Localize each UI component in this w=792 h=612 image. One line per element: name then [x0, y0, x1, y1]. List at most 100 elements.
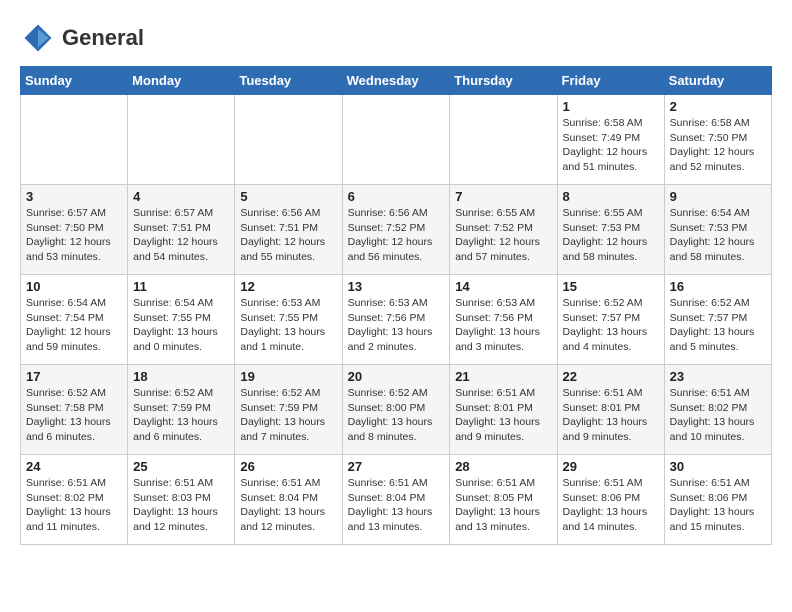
day-info: Sunrise: 6:51 AMSunset: 8:01 PMDaylight:…	[563, 386, 659, 445]
weekday-header: Saturday	[664, 67, 771, 95]
day-number: 14	[455, 279, 551, 294]
day-info: Sunrise: 6:53 AMSunset: 7:55 PMDaylight:…	[240, 296, 336, 355]
logo-icon	[20, 20, 56, 56]
day-info: Sunrise: 6:53 AMSunset: 7:56 PMDaylight:…	[348, 296, 445, 355]
day-info: Sunrise: 6:51 AMSunset: 8:05 PMDaylight:…	[455, 476, 551, 535]
day-info: Sunrise: 6:52 AMSunset: 7:59 PMDaylight:…	[133, 386, 229, 445]
day-number: 24	[26, 459, 122, 474]
calendar-cell	[450, 95, 557, 185]
calendar-week-row: 17 Sunrise: 6:52 AMSunset: 7:58 PMDayligh…	[21, 365, 772, 455]
day-info: Sunrise: 6:57 AMSunset: 7:50 PMDaylight:…	[26, 206, 122, 265]
day-info: Sunrise: 6:55 AMSunset: 7:52 PMDaylight:…	[455, 206, 551, 265]
day-info: Sunrise: 6:58 AMSunset: 7:49 PMDaylight:…	[563, 116, 659, 175]
day-info: Sunrise: 6:51 AMSunset: 8:02 PMDaylight:…	[26, 476, 122, 535]
day-number: 2	[670, 99, 766, 114]
calendar-week-row: 24 Sunrise: 6:51 AMSunset: 8:02 PMDayligh…	[21, 455, 772, 545]
day-info: Sunrise: 6:54 AMSunset: 7:54 PMDaylight:…	[26, 296, 122, 355]
calendar-cell	[128, 95, 235, 185]
day-number: 9	[670, 189, 766, 204]
day-number: 10	[26, 279, 122, 294]
calendar: SundayMondayTuesdayWednesdayThursdayFrid…	[20, 66, 772, 545]
calendar-cell: 23 Sunrise: 6:51 AMSunset: 8:02 PMDayligh…	[664, 365, 771, 455]
calendar-cell	[235, 95, 342, 185]
calendar-cell: 3 Sunrise: 6:57 AMSunset: 7:50 PMDaylight…	[21, 185, 128, 275]
day-number: 22	[563, 369, 659, 384]
day-info: Sunrise: 6:51 AMSunset: 8:03 PMDaylight:…	[133, 476, 229, 535]
day-info: Sunrise: 6:51 AMSunset: 8:04 PMDaylight:…	[348, 476, 445, 535]
calendar-cell: 21 Sunrise: 6:51 AMSunset: 8:01 PMDayligh…	[450, 365, 557, 455]
calendar-cell: 18 Sunrise: 6:52 AMSunset: 7:59 PMDayligh…	[128, 365, 235, 455]
calendar-cell: 19 Sunrise: 6:52 AMSunset: 7:59 PMDayligh…	[235, 365, 342, 455]
weekday-header: Monday	[128, 67, 235, 95]
day-number: 17	[26, 369, 122, 384]
day-info: Sunrise: 6:51 AMSunset: 8:06 PMDaylight:…	[563, 476, 659, 535]
day-info: Sunrise: 6:52 AMSunset: 7:59 PMDaylight:…	[240, 386, 336, 445]
day-info: Sunrise: 6:55 AMSunset: 7:53 PMDaylight:…	[563, 206, 659, 265]
day-info: Sunrise: 6:51 AMSunset: 8:02 PMDaylight:…	[670, 386, 766, 445]
day-number: 11	[133, 279, 229, 294]
day-number: 8	[563, 189, 659, 204]
calendar-cell: 25 Sunrise: 6:51 AMSunset: 8:03 PMDayligh…	[128, 455, 235, 545]
day-info: Sunrise: 6:51 AMSunset: 8:04 PMDaylight:…	[240, 476, 336, 535]
calendar-cell: 9Sunrise: 6:54 AMSunset: 7:53 PMDaylight…	[664, 185, 771, 275]
day-number: 3	[26, 189, 122, 204]
calendar-cell: 2Sunrise: 6:58 AMSunset: 7:50 PMDaylight…	[664, 95, 771, 185]
page-header: General	[20, 20, 772, 56]
calendar-cell: 5 Sunrise: 6:56 AMSunset: 7:51 PMDaylight…	[235, 185, 342, 275]
day-number: 18	[133, 369, 229, 384]
weekday-header: Wednesday	[342, 67, 450, 95]
calendar-week-row: 3 Sunrise: 6:57 AMSunset: 7:50 PMDaylight…	[21, 185, 772, 275]
day-number: 25	[133, 459, 229, 474]
calendar-cell: 11 Sunrise: 6:54 AMSunset: 7:55 PMDayligh…	[128, 275, 235, 365]
day-number: 5	[240, 189, 336, 204]
calendar-cell: 20Sunrise: 6:52 AMSunset: 8:00 PMDayligh…	[342, 365, 450, 455]
day-number: 26	[240, 459, 336, 474]
calendar-cell: 6Sunrise: 6:56 AMSunset: 7:52 PMDaylight…	[342, 185, 450, 275]
day-info: Sunrise: 6:54 AMSunset: 7:55 PMDaylight:…	[133, 296, 229, 355]
day-number: 7	[455, 189, 551, 204]
weekday-header: Tuesday	[235, 67, 342, 95]
day-info: Sunrise: 6:52 AMSunset: 7:58 PMDaylight:…	[26, 386, 122, 445]
calendar-cell: 15Sunrise: 6:52 AMSunset: 7:57 PMDayligh…	[557, 275, 664, 365]
calendar-cell: 17 Sunrise: 6:52 AMSunset: 7:58 PMDayligh…	[21, 365, 128, 455]
day-number: 21	[455, 369, 551, 384]
calendar-cell: 12 Sunrise: 6:53 AMSunset: 7:55 PMDayligh…	[235, 275, 342, 365]
day-number: 19	[240, 369, 336, 384]
calendar-week-row: 10 Sunrise: 6:54 AMSunset: 7:54 PMDayligh…	[21, 275, 772, 365]
calendar-cell: 1 Sunrise: 6:58 AMSunset: 7:49 PMDaylight…	[557, 95, 664, 185]
day-number: 20	[348, 369, 445, 384]
day-number: 29	[563, 459, 659, 474]
day-number: 6	[348, 189, 445, 204]
day-info: Sunrise: 6:51 AMSunset: 8:01 PMDaylight:…	[455, 386, 551, 445]
calendar-cell: 30 Sunrise: 6:51 AMSunset: 8:06 PMDayligh…	[664, 455, 771, 545]
day-number: 30	[670, 459, 766, 474]
day-number: 1	[563, 99, 659, 114]
calendar-week-row: 1 Sunrise: 6:58 AMSunset: 7:49 PMDaylight…	[21, 95, 772, 185]
day-number: 16	[670, 279, 766, 294]
day-number: 23	[670, 369, 766, 384]
day-info: Sunrise: 6:56 AMSunset: 7:51 PMDaylight:…	[240, 206, 336, 265]
calendar-cell: 10 Sunrise: 6:54 AMSunset: 7:54 PMDayligh…	[21, 275, 128, 365]
day-info: Sunrise: 6:57 AMSunset: 7:51 PMDaylight:…	[133, 206, 229, 265]
calendar-cell: 14 Sunrise: 6:53 AMSunset: 7:56 PMDayligh…	[450, 275, 557, 365]
calendar-cell: 27 Sunrise: 6:51 AMSunset: 8:04 PMDayligh…	[342, 455, 450, 545]
calendar-cell: 13Sunrise: 6:53 AMSunset: 7:56 PMDayligh…	[342, 275, 450, 365]
day-number: 27	[348, 459, 445, 474]
calendar-body: 1 Sunrise: 6:58 AMSunset: 7:49 PMDaylight…	[21, 95, 772, 545]
weekday-header: Friday	[557, 67, 664, 95]
weekday-header: Sunday	[21, 67, 128, 95]
weekday-header-row: SundayMondayTuesdayWednesdayThursdayFrid…	[21, 67, 772, 95]
day-info: Sunrise: 6:53 AMSunset: 7:56 PMDaylight:…	[455, 296, 551, 355]
weekday-header: Thursday	[450, 67, 557, 95]
calendar-cell: 24 Sunrise: 6:51 AMSunset: 8:02 PMDayligh…	[21, 455, 128, 545]
calendar-cell: 8 Sunrise: 6:55 AMSunset: 7:53 PMDaylight…	[557, 185, 664, 275]
day-number: 12	[240, 279, 336, 294]
day-number: 15	[563, 279, 659, 294]
logo-text: General	[62, 26, 144, 50]
day-info: Sunrise: 6:52 AMSunset: 7:57 PMDaylight:…	[670, 296, 766, 355]
calendar-cell: 26 Sunrise: 6:51 AMSunset: 8:04 PMDayligh…	[235, 455, 342, 545]
calendar-cell: 22 Sunrise: 6:51 AMSunset: 8:01 PMDayligh…	[557, 365, 664, 455]
day-info: Sunrise: 6:51 AMSunset: 8:06 PMDaylight:…	[670, 476, 766, 535]
day-number: 4	[133, 189, 229, 204]
logo: General	[20, 20, 144, 56]
